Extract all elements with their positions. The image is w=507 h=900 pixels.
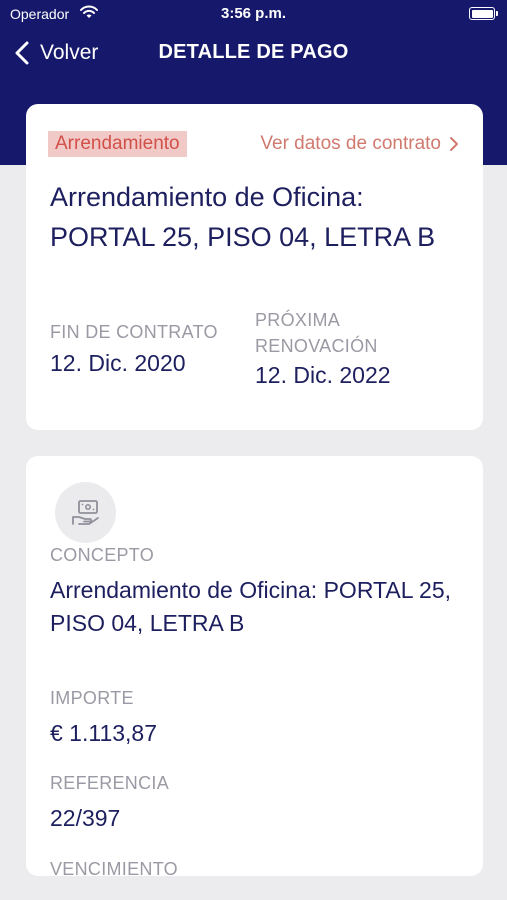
hand-bill-icon — [71, 499, 99, 525]
reference-label: REFERENCIA — [50, 773, 170, 793]
due-date-field: VENCIMIENTO — [50, 856, 178, 876]
battery-icon — [469, 7, 498, 20]
page-title: DETALLE DE PAGO — [158, 41, 349, 63]
contract-link-label: Ver datos de contrato — [260, 133, 441, 154]
payment-icon — [55, 482, 116, 543]
category-badge: Arrendamiento — [48, 131, 187, 157]
reference-value: 22/397 — [50, 805, 121, 831]
concept-field: CONCEPTO Arrendamiento de Oficina: PORTA… — [50, 542, 460, 640]
contract-details-link[interactable]: Ver datos de contrato — [260, 133, 459, 155]
contract-end-value: 12. Dic. 2020 — [50, 350, 186, 376]
payment-card: CONCEPTO Arrendamiento de Oficina: PORTA… — [26, 456, 483, 876]
next-renewal-value: 12. Dic. 2022 — [255, 362, 391, 388]
amount-label: IMPORTE — [50, 688, 134, 708]
concept-value: Arrendamiento de Oficina: PORTAL 25, PIS… — [50, 577, 451, 636]
amount-field: IMPORTE € 1.113,87 — [50, 685, 157, 749]
contract-card: Arrendamiento Ver datos de contrato Arre… — [26, 104, 483, 430]
reference-field: REFERENCIA 22/397 — [50, 770, 169, 834]
amount-value: € 1.113,87 — [50, 720, 158, 746]
due-date-label: VENCIMIENTO — [50, 859, 178, 876]
concept-label: CONCEPTO — [50, 545, 155, 565]
next-renewal-label: PRÓXIMA RENOVACIÓN — [255, 310, 378, 356]
contract-title: Arrendamiento de Oficina: PORTAL 25, PIS… — [50, 182, 436, 252]
clock: 3:56 p.m. — [220, 5, 287, 22]
chevron-right-icon — [450, 137, 458, 151]
status-bar: Operador 3:56 p.m. — [0, 0, 507, 28]
contract-end: FIN DE CONTRATO 12. Dic. 2020 — [50, 319, 218, 379]
next-renewal: PRÓXIMA RENOVACIÓN 12. Dic. 2022 — [255, 307, 455, 391]
contract-end-label: FIN DE CONTRATO — [50, 322, 218, 342]
